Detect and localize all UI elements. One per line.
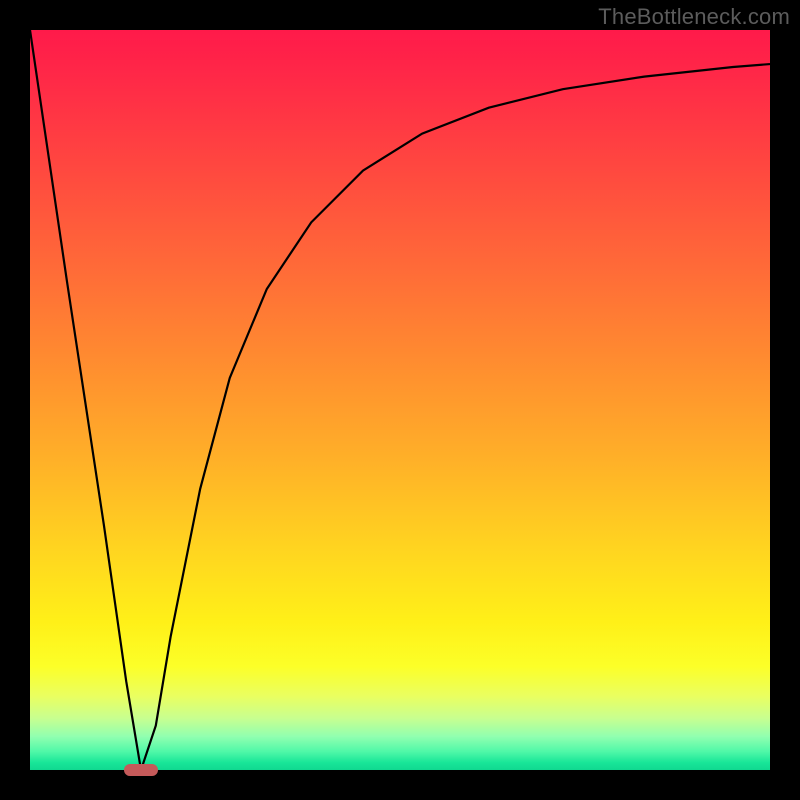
watermark-text: TheBottleneck.com — [598, 4, 790, 30]
curve-path — [30, 30, 770, 770]
plot-area — [30, 30, 770, 770]
min-marker — [124, 764, 158, 776]
bottleneck-curve — [30, 30, 770, 770]
chart-frame: TheBottleneck.com — [0, 0, 800, 800]
